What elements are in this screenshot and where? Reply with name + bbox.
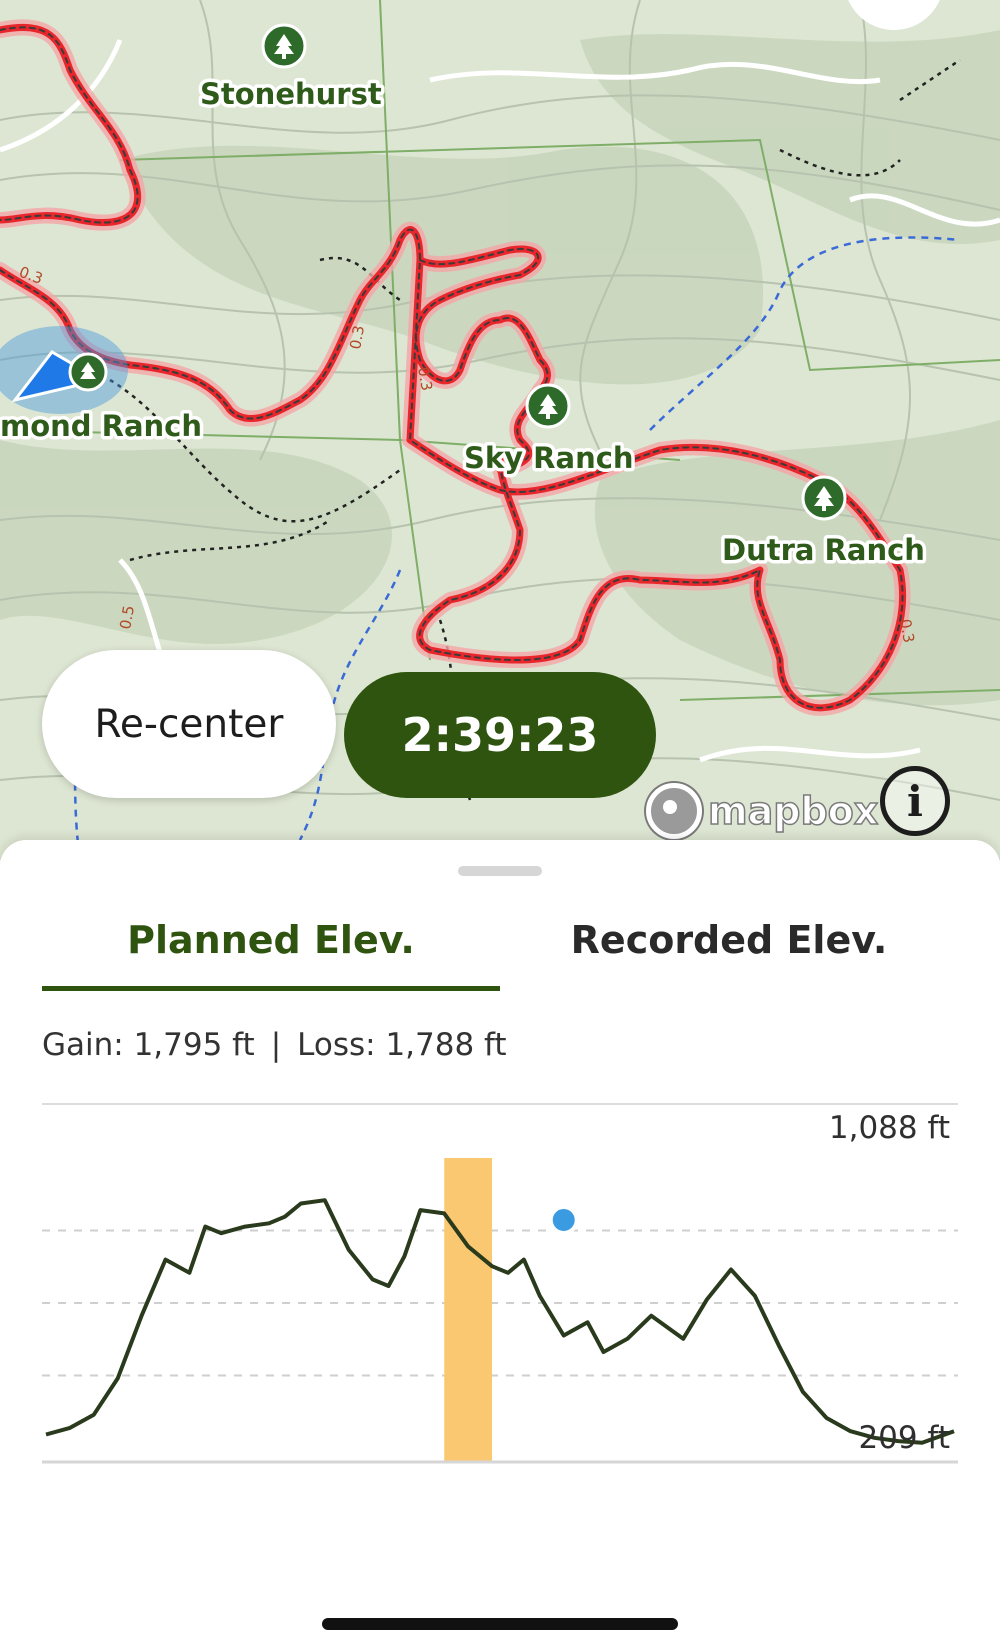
mapbox-logo: mapbox: [646, 783, 879, 839]
poi-label-dutra-ranch[interactable]: Dutra Ranch: [719, 530, 929, 571]
tab-recorded-elevation[interactable]: Recorded Elev.: [500, 910, 958, 970]
mapbox-icon: [646, 783, 702, 839]
elevation-sheet: Planned Elev. Recorded Elev. Gain: 1,795…: [0, 840, 1000, 1652]
gain-loss-separator: |: [270, 1027, 282, 1063]
current-position-marker: [548, 1205, 579, 1236]
recenter-button[interactable]: Re-center: [42, 650, 336, 798]
info-icon[interactable]: i: [880, 766, 950, 836]
elevation-line: [45, 1198, 955, 1445]
elapsed-timer: 2:39:23: [344, 672, 656, 798]
home-indicator: [322, 1618, 678, 1630]
tab-planned-elevation[interactable]: Planned Elev.: [42, 910, 500, 970]
poi-label-diamond-ranch[interactable]: mond Ranch: [0, 406, 206, 447]
active-tab-indicator: [42, 986, 500, 991]
elevation-chart[interactable]: 1,088 ft 209 ft 0.0 mi2.9 mi5.7 mi8.6 mi…: [0, 1098, 1000, 1478]
tree-icon[interactable]: [68, 352, 108, 392]
elevation-gain: Gain: 1,795 ft: [42, 1027, 255, 1063]
tree-icon[interactable]: [801, 475, 847, 521]
y-min-label: 209 ft: [858, 1420, 950, 1456]
selected-segment-highlight: [444, 1158, 493, 1462]
gain-loss-summary: Gain: 1,795 ft | Loss: 1,788 ft: [42, 1020, 507, 1070]
elevation-loss: Loss: 1,788 ft: [297, 1027, 507, 1063]
tree-icon[interactable]: [261, 23, 307, 69]
tree-icon[interactable]: [525, 383, 571, 429]
poi-label-stonehurst[interactable]: Stonehurst: [197, 74, 386, 115]
sheet-grabber[interactable]: [458, 866, 542, 876]
chart-grid: [42, 1229, 958, 1377]
mapbox-wordmark: mapbox: [707, 788, 879, 834]
poi-label-sky-ranch[interactable]: Sky Ranch: [461, 438, 638, 479]
y-max-label: 1,088 ft: [829, 1110, 950, 1146]
